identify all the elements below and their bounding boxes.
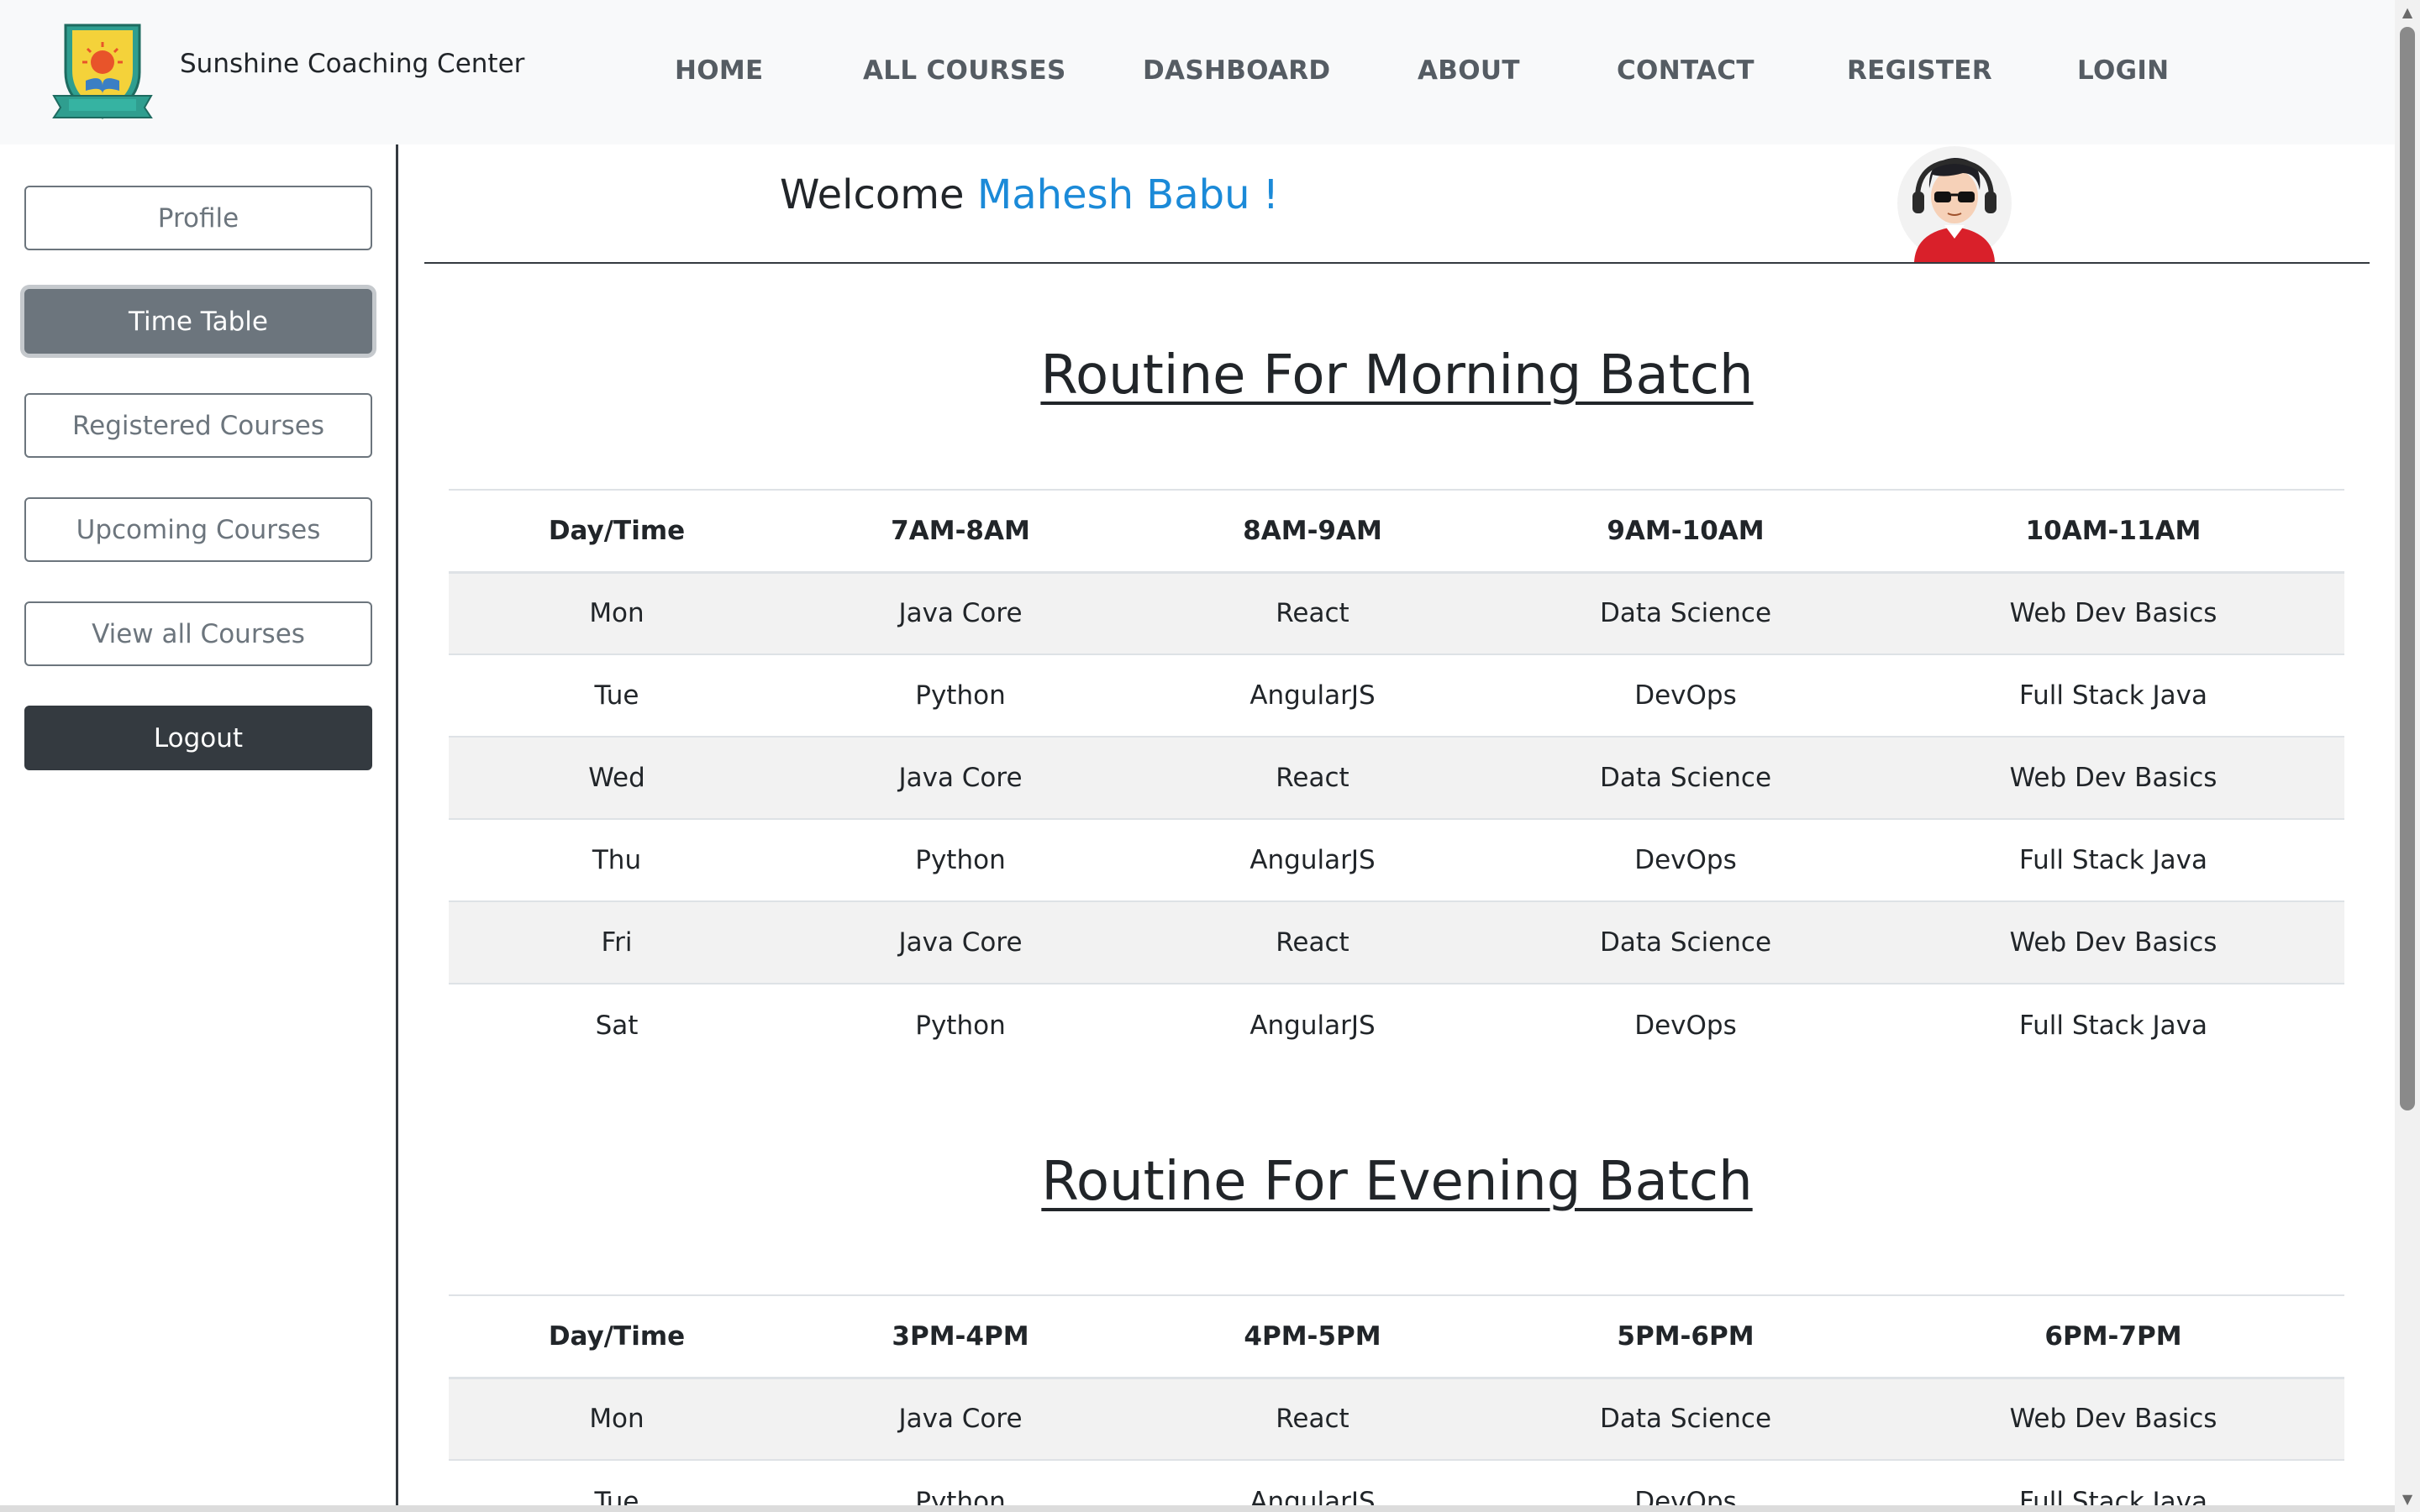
morning-routine-title: Routine For Morning Batch	[1040, 344, 1754, 407]
day-cell: Tue	[449, 654, 785, 737]
course-cell: Full Stack Java	[1882, 1459, 2344, 1512]
course-cell: Full Stack Java	[1882, 818, 2344, 901]
day-cell: Tue	[449, 1459, 785, 1512]
column-header: 4PM-5PM	[1136, 1294, 1489, 1379]
course-cell: Python	[785, 818, 1136, 901]
scroll-down-arrow-icon[interactable]: ▼	[2400, 1492, 2415, 1507]
evening-routine-title: Routine For Evening Batch	[1041, 1151, 1753, 1213]
course-cell: React	[1136, 1377, 1489, 1460]
column-header: 3PM-4PM	[785, 1294, 1136, 1379]
course-cell: Python	[785, 654, 1136, 737]
brand-name[interactable]: Sunshine Coaching Center	[180, 49, 524, 79]
table-row: Mon Java Core React Data Science Web Dev…	[449, 1377, 2344, 1460]
nav-login[interactable]: LOGIN	[2077, 55, 2169, 86]
view-all-courses-button[interactable]: View all Courses	[24, 601, 372, 666]
table-header-row: Day/Time 3PM-4PM 4PM-5PM 5PM-6PM 6PM-7PM	[449, 1294, 2344, 1379]
header-divider	[424, 262, 2370, 264]
course-cell: React	[1136, 736, 1489, 819]
course-cell: DevOps	[1489, 654, 1882, 737]
horizontal-scrollbar[interactable]	[0, 1505, 2395, 1512]
column-header: Day/Time	[449, 489, 785, 574]
nav-all-courses[interactable]: ALL COURSES	[863, 55, 1066, 86]
nav-dashboard[interactable]: DASHBOARD	[1143, 55, 1330, 86]
column-header: Day/Time	[449, 1294, 785, 1379]
table-row: Tue Python AngularJS DevOps Full Stack J…	[449, 654, 2344, 737]
column-header: 6PM-7PM	[1882, 1294, 2344, 1379]
welcome-prefix: Welcome	[780, 171, 965, 218]
course-cell: Python	[785, 983, 1136, 1066]
course-cell: Data Science	[1489, 1377, 1882, 1460]
course-cell: Full Stack Java	[1882, 983, 2344, 1066]
dashboard-sidebar: Profile Time Table Registered Courses Up…	[0, 144, 398, 1505]
nav-contact[interactable]: CONTACT	[1617, 55, 1754, 86]
table-row: Mon Java Core React Data Science Web Dev…	[449, 571, 2344, 654]
column-header: 9AM-10AM	[1489, 489, 1882, 574]
course-cell: Web Dev Basics	[1882, 736, 2344, 819]
course-cell: Data Science	[1489, 900, 1882, 984]
top-navbar: Sunshine Coaching Center HOME ALL COURSE…	[0, 0, 2395, 144]
nav-about[interactable]: ABOUT	[1418, 55, 1520, 86]
scrollbar-thumb[interactable]	[2400, 27, 2415, 1110]
course-cell: AngularJS	[1136, 983, 1489, 1066]
table-row: Thu Python AngularJS DevOps Full Stack J…	[449, 818, 2344, 901]
course-cell: Full Stack Java	[1882, 654, 2344, 737]
day-cell: Mon	[449, 571, 785, 654]
day-cell: Thu	[449, 818, 785, 901]
course-cell: React	[1136, 571, 1489, 654]
column-header: 10AM-11AM	[1882, 489, 2344, 574]
day-cell: Sat	[449, 983, 785, 1066]
course-cell: React	[1136, 900, 1489, 984]
course-cell: AngularJS	[1136, 818, 1489, 901]
logout-button[interactable]: Logout	[24, 706, 372, 770]
upcoming-courses-button[interactable]: Upcoming Courses	[24, 497, 372, 562]
scroll-up-arrow-icon[interactable]: ▲	[2400, 5, 2415, 20]
column-header: 7AM-8AM	[785, 489, 1136, 574]
course-cell: Java Core	[785, 736, 1136, 819]
table-row: Fri Java Core React Data Science Web Dev…	[449, 900, 2344, 984]
day-cell: Fri	[449, 900, 785, 984]
column-header: 5PM-6PM	[1489, 1294, 1882, 1379]
course-cell: AngularJS	[1136, 1459, 1489, 1512]
table-row: Sat Python AngularJS DevOps Full Stack J…	[449, 983, 2344, 1066]
course-cell: Python	[785, 1459, 1136, 1512]
day-cell: Mon	[449, 1377, 785, 1460]
course-cell: Data Science	[1489, 571, 1882, 654]
course-cell: DevOps	[1489, 983, 1882, 1066]
table-row: Tue Python AngularJS DevOps Full Stack J…	[449, 1459, 2344, 1512]
morning-timetable: Day/Time 7AM-8AM 8AM-9AM 9AM-10AM 10AM-1…	[449, 489, 2344, 1066]
course-cell: Web Dev Basics	[1882, 571, 2344, 654]
table-row: Wed Java Core React Data Science Web Dev…	[449, 736, 2344, 819]
registered-courses-button[interactable]: Registered Courses	[24, 393, 372, 458]
course-cell: DevOps	[1489, 1459, 1882, 1512]
user-avatar-icon[interactable]	[1896, 144, 2013, 262]
evening-timetable: Day/Time 3PM-4PM 4PM-5PM 5PM-6PM 6PM-7PM…	[449, 1294, 2344, 1512]
course-cell: Web Dev Basics	[1882, 900, 2344, 984]
profile-button[interactable]: Profile	[24, 186, 372, 250]
welcome-user-name: Mahesh Babu !	[976, 171, 1280, 218]
course-cell: Web Dev Basics	[1882, 1377, 2344, 1460]
column-header: 8AM-9AM	[1136, 489, 1489, 574]
course-cell: Data Science	[1489, 736, 1882, 819]
welcome-heading: Welcome Mahesh Babu !	[780, 171, 1279, 218]
course-cell: Java Core	[785, 571, 1136, 654]
day-cell: Wed	[449, 736, 785, 819]
course-cell: DevOps	[1489, 818, 1882, 901]
course-cell: AngularJS	[1136, 654, 1489, 737]
course-cell: Java Core	[785, 900, 1136, 984]
course-cell: Java Core	[785, 1377, 1136, 1460]
time-table-button[interactable]: Time Table	[24, 289, 372, 354]
school-crest-logo[interactable]	[49, 18, 156, 123]
table-header-row: Day/Time 7AM-8AM 8AM-9AM 9AM-10AM 10AM-1…	[449, 489, 2344, 574]
nav-register[interactable]: REGISTER	[1847, 55, 1992, 86]
nav-home[interactable]: HOME	[675, 55, 764, 86]
